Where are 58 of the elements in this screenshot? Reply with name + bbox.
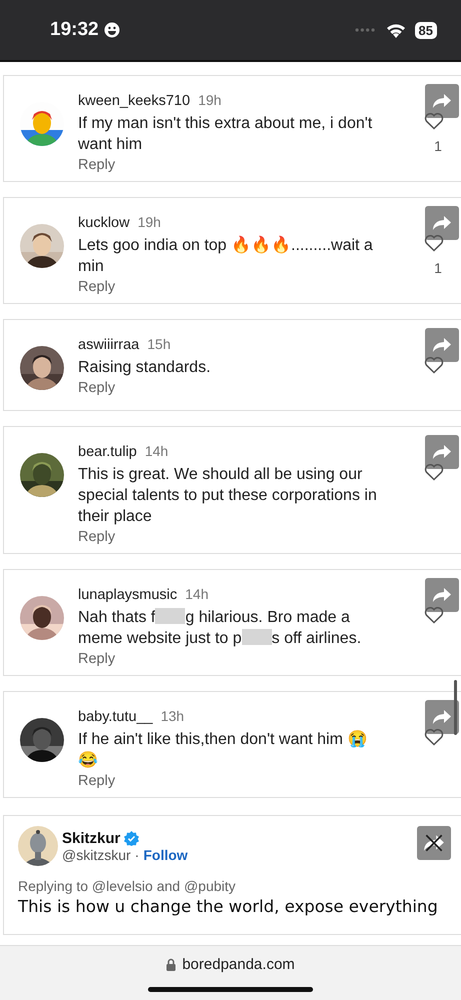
author-handle: @skitzskur [62,846,131,862]
heart-icon[interactable] [424,112,444,130]
reply-link[interactable]: Reply [78,651,389,667]
share-button[interactable] [425,578,459,612]
timestamp: 19h [138,214,161,230]
share-arrow-icon [432,444,452,460]
timestamp: 15h [147,336,171,352]
lock-icon [166,958,176,971]
username[interactable]: kucklow [78,215,130,231]
share-button[interactable] [425,84,459,118]
clock: 19:32 [50,19,99,41]
share-arrow-icon [432,93,452,109]
comment-text: Lets goo india on top 🔥🔥🔥.........wait a min [78,235,374,277]
heart-icon[interactable] [424,356,444,374]
heart-icon[interactable] [424,606,444,624]
battery-level: 85 [414,22,437,38]
timestamp: 14h [144,443,168,459]
username[interactable]: lunaplaysmusic [78,587,178,603]
heart-icon[interactable] [424,728,444,746]
username[interactable]: aswiiirraa [78,337,140,353]
comment-text: This is great. We should all be using our special talents to put these corporations in their place [78,465,378,527]
follow-link[interactable]: Follow [143,846,188,862]
share-button[interactable] [417,826,451,860]
share-arrow-icon [432,337,452,353]
share-button[interactable] [425,206,459,240]
smiley-icon [104,22,120,38]
like-count: 1 [434,260,442,276]
author-name[interactable]: Skitzkur [62,830,120,846]
crossed-arrow-icon [423,834,445,852]
scrollbar [454,680,457,735]
like-count: 1 [434,138,442,154]
tweet-text: This is how u change the world, expose everything [18,896,439,917]
reply-link[interactable]: Reply [78,279,389,295]
timestamp: 13h [160,708,184,724]
heart-icon[interactable] [424,463,444,481]
username[interactable]: bear.tulip [78,444,137,460]
signal-icon [354,28,375,32]
reply-link[interactable]: Reply [78,529,389,545]
wifi-icon [386,22,406,38]
replying-to-text: Replying to @levelsio and @pubity [18,878,237,894]
username[interactable]: baby.tutu__ [78,709,153,725]
reply-link[interactable]: Reply [78,380,389,396]
separator-dot: · [134,846,140,862]
share-arrow-icon [432,587,452,603]
share-button[interactable] [425,435,459,469]
username[interactable]: kween_keeks710 [78,93,190,109]
heart-icon[interactable] [424,234,444,252]
share-arrow-icon [432,709,452,725]
timestamp: 19h [198,92,222,108]
comment-text: If my man isn't this extra about me, i don't want him [78,114,374,155]
share-button[interactable] [425,328,459,362]
reply-link[interactable]: Reply [78,773,389,789]
url-text[interactable]: boredpanda.com [182,956,295,973]
comment-text: If he ain't like this,then don't want him 😭 😂 [78,729,368,771]
comment-text: Raising standards. [78,358,212,378]
timestamp: 14h [185,586,208,602]
share-arrow-icon [432,215,452,231]
reply-link[interactable]: Reply [78,157,389,173]
